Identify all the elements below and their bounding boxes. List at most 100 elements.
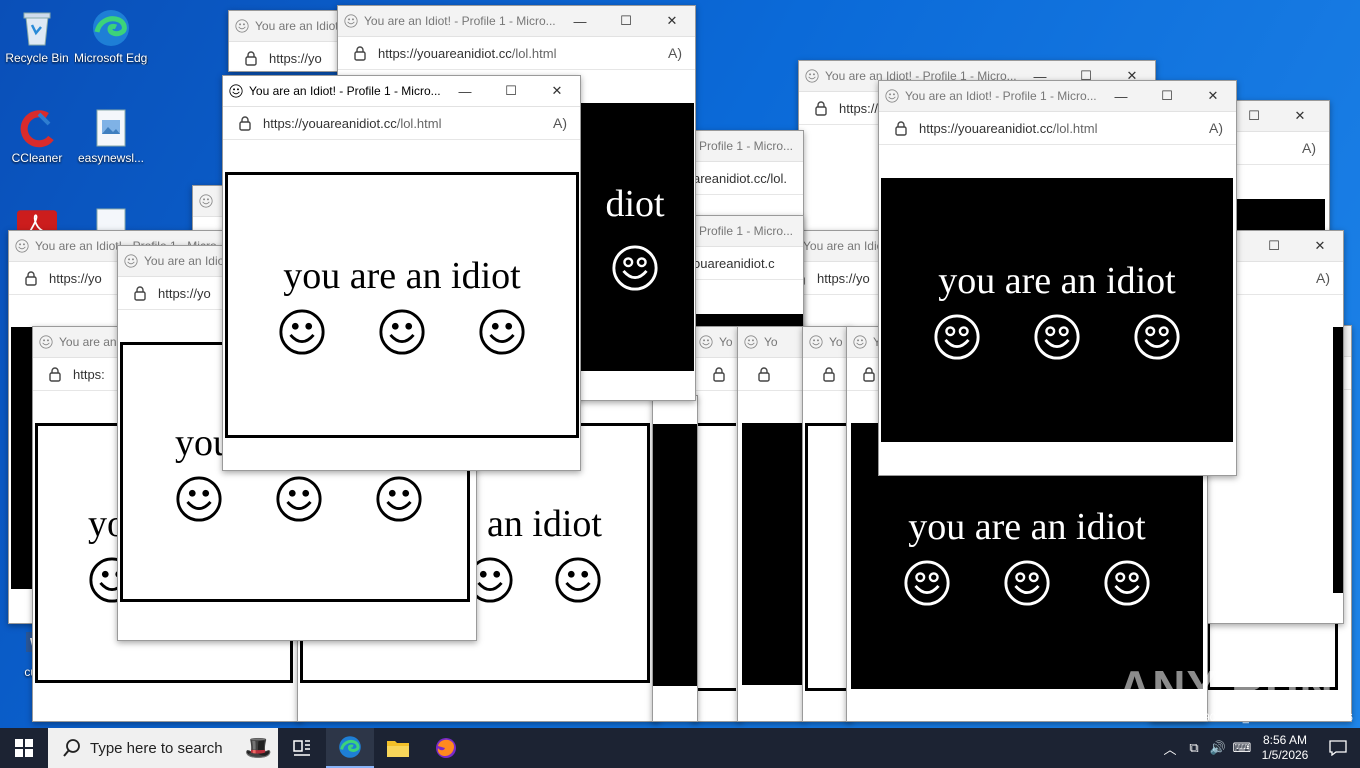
maximize-button[interactable]: ☐ (488, 76, 534, 106)
read-aloud-icon[interactable]: A) (655, 45, 695, 61)
address-bar[interactable]: https://youareanidiot.cc/lol.html A) (338, 37, 695, 70)
address-bar[interactable] (803, 358, 851, 391)
smiley-icon (278, 308, 326, 356)
close-button[interactable]: ✕ (649, 6, 695, 36)
title-bar[interactable]: Yo (803, 327, 851, 358)
lock-icon (47, 366, 63, 382)
read-aloud-icon[interactable]: A) (1289, 140, 1329, 156)
panel-fragment (1333, 327, 1343, 593)
url-text: areanidiot.cc/lol. (693, 170, 787, 186)
search-placeholder: Type here to search (90, 739, 223, 757)
edge-icon[interactable] (326, 728, 374, 768)
desktop-icon-recycle-bin[interactable]: Recycle Bin (0, 8, 74, 65)
taskbar: Type here to search 🎩 ︿ ⧉ 🔊 ⌨ 8:56 AM 1/… (0, 728, 1360, 768)
close-button[interactable]: ✕ (1297, 231, 1343, 261)
lock-icon (821, 366, 837, 382)
close-button[interactable]: ✕ (534, 76, 580, 106)
window-title: Profile 1 - Micro... (699, 224, 794, 238)
network-icon[interactable]: ⧉ (1182, 728, 1206, 768)
minimize-button[interactable]: — (442, 76, 488, 106)
smiley-icon (275, 475, 323, 523)
desktop-icon-easynews[interactable]: easynewsl... (74, 108, 148, 165)
url-text: ouareanidiot.c (693, 255, 775, 271)
window-title: You are an Idiot! - Profile 1 - Micro... (905, 89, 1097, 103)
browser-window[interactable]: You are an Idiot! - Profile 1 - Micro...… (878, 80, 1237, 476)
desktop-icon-label: Recycle Bin (5, 51, 69, 65)
address-bar[interactable]: https://youareanidiot.cc/lol.html A) (223, 107, 580, 140)
close-button[interactable]: ✕ (1190, 81, 1236, 111)
read-aloud-icon[interactable]: A) (1303, 270, 1343, 286)
minimize-button[interactable]: — (557, 6, 603, 36)
title-bar[interactable]: You are an Idiot! - Profile 1 - Micro...… (879, 81, 1236, 112)
url-host: https://youareanidiot.cc (263, 115, 397, 131)
volume-icon[interactable]: 🔊 (1206, 728, 1230, 768)
smiley-icon (699, 335, 713, 349)
desktop-icon-edge[interactable]: Microsoft Edge (74, 8, 148, 65)
lock-icon (237, 115, 253, 131)
address-bar[interactable] (693, 358, 741, 391)
keyboard-icon[interactable]: ⌨ (1230, 728, 1254, 768)
title-bar[interactable]: Profile 1 - Micro... (693, 131, 803, 162)
address-bar[interactable]: https://youareanidiot.cc/lol.html A) (879, 112, 1236, 145)
lock-icon (893, 120, 909, 136)
smiley-icon (744, 335, 758, 349)
maximize-button[interactable]: ☐ (1231, 101, 1277, 131)
address-bar[interactable]: areanidiot.cc/lol. (693, 162, 803, 195)
image-file-icon (91, 108, 131, 148)
title-bar[interactable]: Profile 1 - Micro... (693, 216, 803, 247)
address-bar[interactable]: ouareanidiot.c (693, 247, 803, 280)
minimize-button[interactable]: — (1098, 81, 1144, 111)
desktop-icon-label: CCleaner (11, 151, 63, 165)
smiley-row (933, 313, 1181, 361)
desktop-icon-label-text: Microsoft Edge (74, 51, 148, 65)
title-bar[interactable]: You are an Idiot! - Profile 1 - Micro...… (338, 6, 695, 37)
ccleaner-icon (17, 108, 57, 148)
close-button[interactable]: ✕ (1277, 101, 1323, 131)
black-panel-fragment (11, 327, 33, 589)
title-bar[interactable]: Yo (693, 327, 741, 358)
maximize-button[interactable]: ☐ (603, 6, 649, 36)
panel-fragment (805, 423, 851, 691)
smiley-row (903, 559, 1151, 607)
browser-window[interactable]: Profile 1 - Micro... ouareanidiot.c (692, 215, 804, 327)
maximize-button[interactable]: ☐ (1251, 231, 1297, 261)
title-bar[interactable]: ☐ ✕ (1231, 101, 1329, 132)
address-bar[interactable]: https://yo (229, 42, 349, 72)
read-aloud-icon[interactable]: A) (1196, 120, 1236, 136)
browser-window[interactable]: You are an Idiot https://yo (228, 10, 350, 72)
browser-window[interactable] (652, 395, 698, 722)
window-title: You are an Idiot! - Profile 1 - Micro... (364, 14, 556, 28)
browser-window-active[interactable]: You are an Idiot! - Profile 1 - Micro...… (222, 75, 581, 471)
title-bar[interactable]: Yo (738, 327, 804, 358)
url-host: https://youareanidiot.cc (919, 120, 1053, 136)
smiley-icon (554, 556, 602, 604)
firefox-icon[interactable] (422, 728, 470, 768)
url-text: https://youareanidiot.cc/lol.html (263, 116, 540, 131)
maximize-button[interactable]: ☐ (1144, 81, 1190, 111)
taskbar-search-box[interactable]: Type here to search 🎩 (48, 728, 278, 768)
task-view-icon[interactable] (278, 728, 326, 768)
notification-icon[interactable] (1316, 728, 1360, 768)
title-bar[interactable]: You are an Idiot! - Profile 1 - Micro...… (223, 76, 580, 107)
smiley-icon (1103, 559, 1151, 607)
desktop-icon-label: Microsoft Edge (74, 51, 148, 65)
chevron-up-icon[interactable]: ︿ (1158, 728, 1182, 768)
browser-window[interactable]: ☐ ✕ A) (1230, 100, 1330, 232)
lock-icon (756, 366, 772, 382)
browser-window[interactable]: Yo (692, 326, 742, 722)
browser-window[interactable]: Yo (802, 326, 852, 722)
read-aloud-icon[interactable]: A) (540, 115, 580, 131)
smiley-icon (478, 308, 526, 356)
smiley-icon (1033, 313, 1081, 361)
smiley-icon (853, 335, 867, 349)
browser-window[interactable]: Yo (737, 326, 805, 722)
desktop-icon-ccleaner[interactable]: CCleaner (0, 108, 74, 165)
title-bar[interactable]: You are an Idiot (229, 11, 349, 42)
smiley-icon (229, 84, 243, 98)
address-bar[interactable] (738, 358, 804, 391)
start-button[interactable] (0, 728, 48, 768)
address-bar[interactable]: A) (1231, 132, 1329, 165)
idiot-text: you are an idiot (938, 260, 1176, 302)
file-explorer-icon[interactable] (374, 728, 422, 768)
clock[interactable]: 8:56 AM 1/5/2026 (1254, 733, 1316, 763)
